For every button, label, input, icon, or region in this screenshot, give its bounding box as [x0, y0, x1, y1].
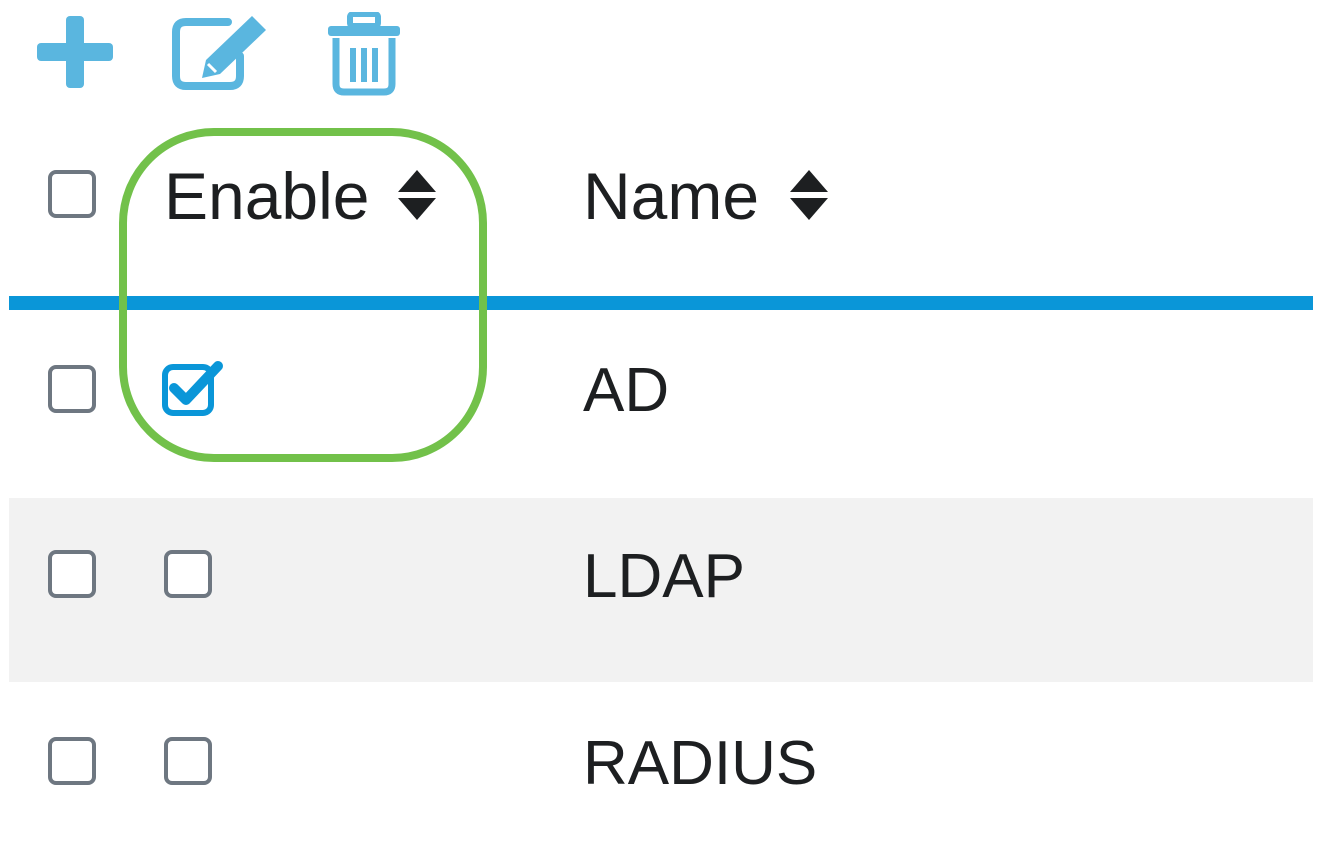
- add-button[interactable]: [37, 16, 113, 88]
- row-select-checkbox[interactable]: [48, 365, 96, 413]
- enable-checkbox[interactable]: [164, 737, 212, 785]
- row-name: RADIUS: [583, 729, 818, 798]
- column-header-name[interactable]: Name: [583, 160, 759, 232]
- enable-checkbox-checked-icon[interactable]: [162, 360, 224, 416]
- column-header-enable[interactable]: Enable: [164, 160, 370, 232]
- row-name: AD: [583, 356, 670, 425]
- edit-button[interactable]: [168, 12, 272, 92]
- plus-icon: [37, 16, 113, 88]
- delete-button[interactable]: [326, 12, 402, 96]
- row-name: LDAP: [583, 542, 745, 611]
- edit-icon: [172, 16, 266, 90]
- enable-checkbox[interactable]: [164, 550, 212, 598]
- select-all-checkbox[interactable]: [48, 170, 96, 218]
- trash-icon: [328, 12, 400, 96]
- sort-enable-icon[interactable]: [396, 168, 438, 222]
- sort-name-icon[interactable]: [788, 168, 830, 222]
- row-select-checkbox[interactable]: [48, 737, 96, 785]
- header-divider: [9, 296, 1313, 310]
- row-select-checkbox[interactable]: [48, 550, 96, 598]
